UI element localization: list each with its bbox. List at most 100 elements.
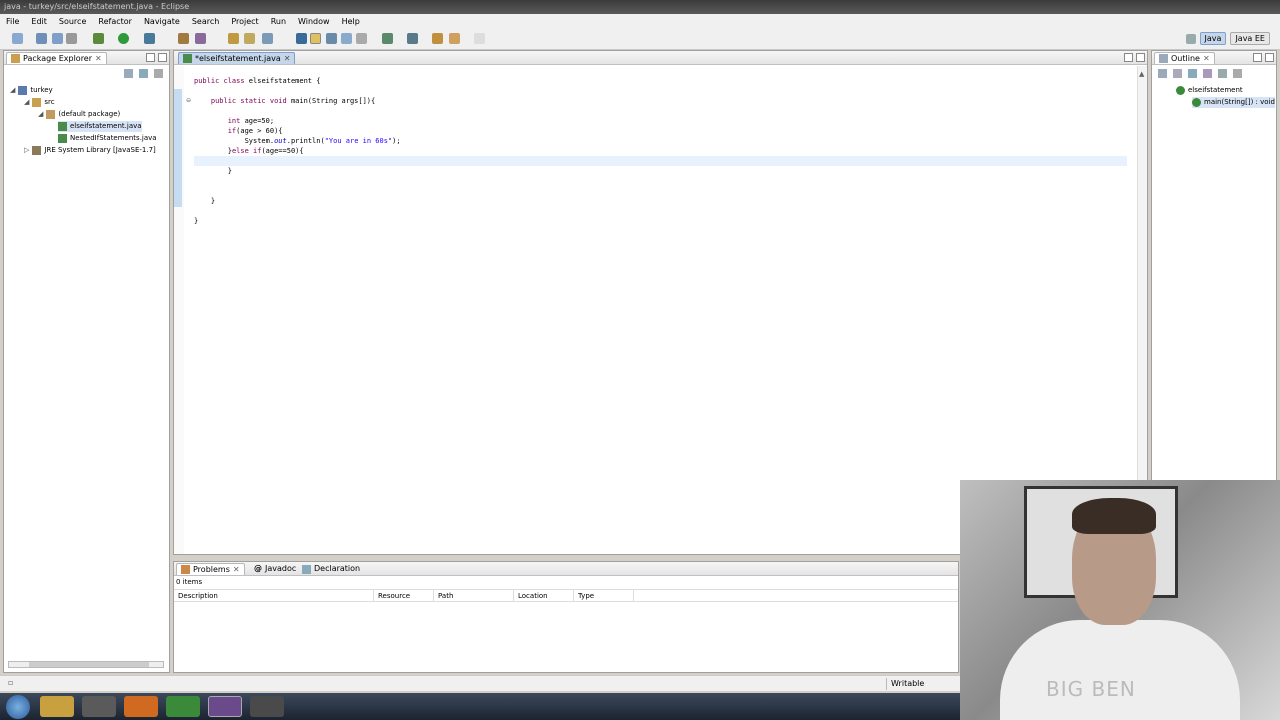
fast-view-icon[interactable]: ▫ bbox=[8, 678, 13, 687]
save-all-icon[interactable] bbox=[52, 33, 63, 44]
hide-nonpublic-icon[interactable] bbox=[1218, 69, 1227, 78]
collapse-all-icon[interactable] bbox=[124, 69, 133, 78]
tab-javadoc[interactable]: @ Javadoc bbox=[250, 563, 300, 575]
method-icon bbox=[1192, 98, 1201, 107]
perspective-java[interactable]: Java bbox=[1199, 32, 1227, 45]
search-icon[interactable] bbox=[262, 33, 273, 44]
webcam-shirt-text: BIG BEN bbox=[1046, 677, 1136, 701]
taskbar-chrome-icon[interactable] bbox=[166, 696, 200, 717]
open-task-icon[interactable] bbox=[244, 33, 255, 44]
column-location[interactable]: Location bbox=[514, 590, 574, 601]
source-folder-icon bbox=[32, 98, 42, 107]
save-icon[interactable] bbox=[36, 33, 47, 44]
column-type[interactable]: Type bbox=[574, 590, 634, 601]
menu-window[interactable]: Window bbox=[292, 17, 336, 26]
menu-source[interactable]: Source bbox=[53, 17, 92, 26]
menu-file[interactable]: File bbox=[0, 17, 25, 26]
menu-search[interactable]: Search bbox=[186, 17, 225, 26]
tree-item-jre[interactable]: ▷ JRE System Library [JavaSE-1.7] bbox=[24, 145, 156, 156]
tab-problems[interactable]: Problems ✕ bbox=[176, 563, 245, 575]
view-menu-icon[interactable] bbox=[1233, 69, 1242, 78]
new-package-icon[interactable] bbox=[195, 33, 206, 44]
expand-arrow-icon[interactable]: ◢ bbox=[10, 85, 15, 96]
taskbar-firefox-icon[interactable] bbox=[124, 696, 158, 717]
horizontal-scrollbar[interactable] bbox=[194, 548, 947, 552]
show-whitespace-icon[interactable] bbox=[341, 33, 352, 44]
open-perspective-icon[interactable] bbox=[1185, 33, 1196, 44]
hide-fields-icon[interactable] bbox=[1188, 69, 1197, 78]
debug-icon[interactable] bbox=[93, 33, 104, 44]
column-path[interactable]: Path bbox=[434, 590, 514, 601]
start-button-icon[interactable] bbox=[6, 695, 30, 719]
menu-run[interactable]: Run bbox=[265, 17, 292, 26]
tab-declaration[interactable]: Declaration bbox=[298, 563, 364, 575]
tree-item-project[interactable]: ◢ turkey bbox=[10, 85, 53, 96]
toggle-breadcrumb-icon[interactable] bbox=[310, 33, 321, 44]
outline-item-method[interactable]: main(String[]) : void bbox=[1192, 97, 1275, 108]
run-icon[interactable] bbox=[118, 33, 129, 44]
close-icon[interactable]: ✕ bbox=[95, 53, 102, 65]
menu-refactor[interactable]: Refactor bbox=[92, 17, 138, 26]
expand-arrow-icon[interactable]: ◢ bbox=[24, 97, 29, 108]
collapse-all-icon[interactable] bbox=[1158, 69, 1167, 78]
column-resource[interactable]: Resource bbox=[374, 590, 434, 601]
tab-package-explorer[interactable]: Package Explorer ✕ bbox=[6, 52, 107, 64]
status-writable: Writable bbox=[886, 678, 956, 690]
close-icon[interactable]: ✕ bbox=[284, 53, 291, 65]
maximize-icon[interactable] bbox=[158, 53, 167, 62]
tree-item-elseifstatement[interactable]: elseifstatement.java bbox=[58, 121, 142, 132]
horizontal-scrollbar[interactable] bbox=[8, 661, 164, 668]
outline-item-class[interactable]: elseifstatement bbox=[1176, 85, 1243, 96]
outline-item-method-label: main(String[]) : void bbox=[1204, 98, 1275, 106]
close-icon[interactable]: ✕ bbox=[233, 564, 240, 576]
taskbar-explorer-icon[interactable] bbox=[40, 696, 74, 717]
menu-project[interactable]: Project bbox=[225, 17, 264, 26]
menu-edit[interactable]: Edit bbox=[25, 17, 53, 26]
last-edit-icon[interactable] bbox=[432, 33, 443, 44]
tab-problems-label: Problems bbox=[193, 564, 230, 574]
column-description[interactable]: Description bbox=[174, 590, 374, 601]
next-annotation-icon[interactable] bbox=[382, 33, 393, 44]
forward-icon[interactable] bbox=[474, 33, 485, 44]
expand-arrow-icon[interactable]: ◢ bbox=[38, 109, 43, 120]
collapse-arrow-icon[interactable]: ▷ bbox=[24, 145, 29, 156]
minimize-icon[interactable] bbox=[146, 53, 155, 62]
java-file-icon bbox=[183, 54, 192, 63]
back-icon[interactable] bbox=[449, 33, 460, 44]
taskbar-media-icon[interactable] bbox=[82, 696, 116, 717]
tree-item-src[interactable]: ◢ src bbox=[24, 97, 55, 108]
fold-icon[interactable]: ⊖ bbox=[186, 98, 192, 104]
code-text[interactable]: public class elseifstatement { public st… bbox=[194, 76, 401, 226]
external-tools-icon[interactable] bbox=[144, 33, 155, 44]
tree-item-nestedifstatements[interactable]: NestedIfStatements.java bbox=[58, 133, 157, 144]
minimize-icon[interactable] bbox=[1253, 53, 1262, 62]
new-icon[interactable] bbox=[12, 33, 23, 44]
maximize-icon[interactable] bbox=[1265, 53, 1274, 62]
open-type-icon[interactable] bbox=[228, 33, 239, 44]
toggle-mark-icon[interactable] bbox=[296, 33, 307, 44]
quick-diff-marker bbox=[174, 89, 182, 207]
toggle-block-icon[interactable] bbox=[326, 33, 337, 44]
tab-elseifstatement-label: *elseifstatement.java bbox=[195, 53, 281, 63]
tree-item-default-package[interactable]: ◢ (default package) bbox=[38, 109, 120, 120]
minimize-icon[interactable] bbox=[1124, 53, 1133, 62]
sort-icon[interactable] bbox=[1173, 69, 1182, 78]
tab-elseifstatement[interactable]: *elseifstatement.java ✕ bbox=[178, 52, 296, 65]
menu-navigate[interactable]: Navigate bbox=[138, 17, 186, 26]
menu-help[interactable]: Help bbox=[336, 17, 366, 26]
maximize-icon[interactable] bbox=[1136, 53, 1145, 62]
perspective-javaee[interactable]: Java EE bbox=[1230, 32, 1270, 45]
scroll-up-icon[interactable]: ▲ bbox=[1139, 70, 1146, 78]
close-icon[interactable]: ✕ bbox=[1203, 53, 1210, 65]
view-menu-icon[interactable] bbox=[154, 69, 163, 78]
new-java-project-icon[interactable] bbox=[178, 33, 189, 44]
hide-static-icon[interactable] bbox=[1203, 69, 1212, 78]
taskbar-eclipse-icon[interactable] bbox=[208, 696, 242, 717]
taskbar-app-icon[interactable] bbox=[250, 696, 284, 717]
paragraph-icon[interactable] bbox=[356, 33, 367, 44]
print-icon[interactable] bbox=[66, 33, 77, 44]
link-editor-icon[interactable] bbox=[139, 69, 148, 78]
previous-annotation-icon[interactable] bbox=[407, 33, 418, 44]
tab-outline[interactable]: Outline ✕ bbox=[1154, 52, 1215, 64]
package-explorer-tabbar: Package Explorer ✕ bbox=[4, 51, 169, 65]
